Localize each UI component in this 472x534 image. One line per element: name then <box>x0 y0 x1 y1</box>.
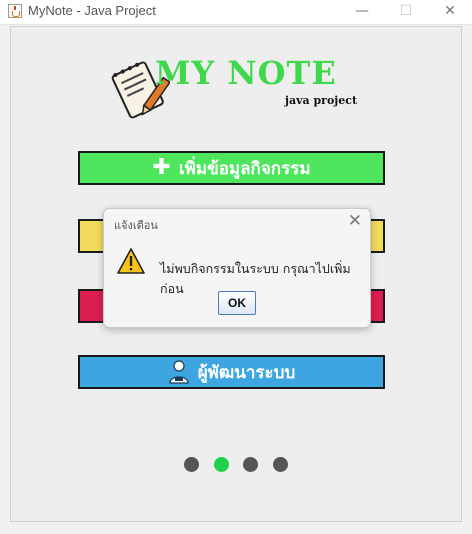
developer-button[interactable]: ผู้พัฒนาระบบ <box>78 355 385 389</box>
developer-person-icon <box>169 360 189 384</box>
dialog-title: แจ้งเตือน <box>114 219 158 232</box>
close-window-button[interactable]: ✕ <box>435 0 465 24</box>
page-dot[interactable] <box>273 457 288 472</box>
ok-button[interactable]: OK <box>218 291 256 315</box>
add-activity-label: เพิ่มข้อมูลกิจกรรม <box>178 158 311 179</box>
page-dot-active[interactable] <box>214 457 229 472</box>
app-logo-subtitle: java project <box>285 94 358 107</box>
dialog-close-button[interactable]: ✕ <box>348 211 362 231</box>
developer-label: ผู้พัฒนาระบบ <box>197 362 296 383</box>
app-logo-title: MY NOTE <box>155 54 337 92</box>
plus-icon: ✚ <box>152 155 171 180</box>
maximize-button[interactable]: ☐ <box>391 0 421 24</box>
java-app-icon <box>8 4 22 18</box>
dialog-message: ไม่พบกิจกรรมในระบบ กรุณาไปเพิ่มก่อน <box>160 261 351 296</box>
page-dot[interactable] <box>243 457 258 472</box>
page-dot[interactable] <box>184 457 199 472</box>
window-title: MyNote - Java Project <box>28 3 156 18</box>
warning-icon <box>117 248 145 274</box>
add-activity-button[interactable]: ✚ เพิ่มข้อมูลกิจกรรม <box>78 151 385 185</box>
minimize-button[interactable]: — <box>347 0 377 24</box>
alert-dialog: แจ้งเตือน ✕ ไม่พบกิจกรรมในระบบ กรุณาไปเพ… <box>103 208 371 328</box>
window-titlebar: MyNote - Java Project — ☐ ✕ <box>0 0 472 25</box>
